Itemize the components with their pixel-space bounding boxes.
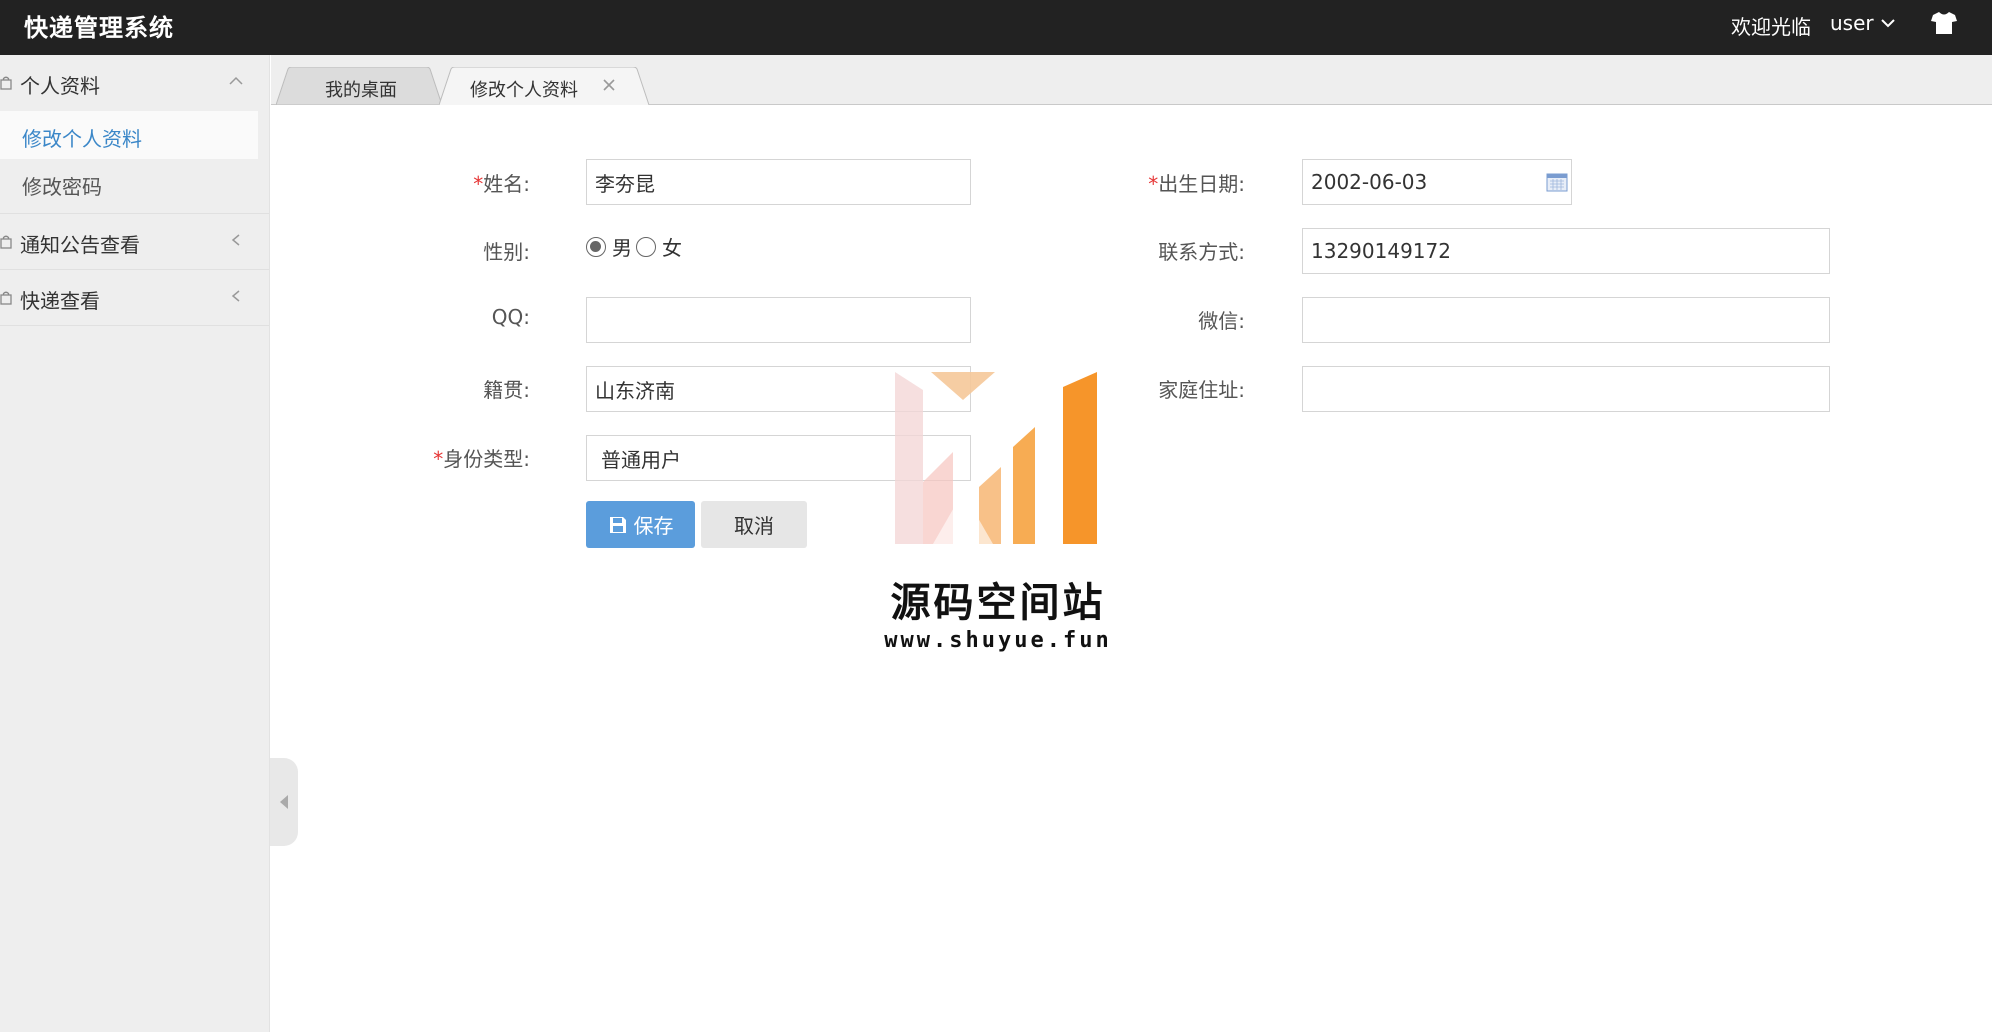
tab-my-desktop[interactable]: 我的桌面 (276, 67, 446, 105)
sidebar-item-edit-profile[interactable]: 修改个人资料 (0, 111, 258, 159)
tab-edit-profile[interactable]: 修改个人资料 (439, 67, 653, 105)
gender-radio-group: 男 女 (586, 232, 686, 261)
calendar-icon[interactable] (1546, 172, 1568, 192)
tab-label: 修改个人资料 (470, 80, 578, 101)
tab-label: 我的桌面 (325, 80, 397, 101)
save-icon (609, 516, 626, 533)
save-button[interactable]: 保存 (586, 501, 695, 548)
identity-type-label: *身份类型: (433, 447, 530, 471)
name-label: *姓名: (473, 172, 530, 196)
sidebar-group-label: 个人资料 (20, 74, 100, 98)
sidebar-submenu-profile: 修改个人资料 修改密码 (0, 111, 269, 214)
birth-date-field[interactable] (1302, 159, 1572, 205)
sidebar-group-label: 快递查看 (20, 289, 100, 313)
hometown-label: 籍贯: (483, 378, 530, 402)
sidebar-item-change-password[interactable]: 修改密码 (0, 159, 269, 207)
sidebar-collapse-handle[interactable] (270, 758, 298, 846)
sidebar: 个人资料 修改个人资料 修改密码 通知公告查看 快递查看 (0, 55, 270, 1032)
address-field[interactable] (1302, 366, 1830, 412)
phone-label: 联系方式: (1158, 240, 1245, 264)
chevron-down-icon (1880, 19, 1895, 28)
save-button-label: 保存 (633, 514, 674, 538)
required-mark: * (1148, 172, 1159, 196)
gender-radio-male[interactable] (586, 236, 606, 257)
name-field[interactable] (586, 159, 971, 205)
close-icon[interactable] (602, 78, 616, 92)
caret-left-icon (280, 795, 288, 809)
sidebar-group-express[interactable]: 快递查看 (0, 270, 269, 326)
cancel-button[interactable]: 取消 (701, 501, 807, 548)
shirt-icon[interactable] (1930, 10, 1958, 36)
qq-label: QQ: (491, 305, 530, 329)
app-title: 快递管理系统 (24, 14, 174, 42)
sidebar-item-label: 修改个人资料 (22, 127, 142, 151)
gender-option-female: 女 (662, 236, 682, 260)
sidebar-item-label: 修改密码 (22, 175, 102, 199)
birth-date-label: *出生日期: (1148, 172, 1245, 196)
bag-icon (0, 235, 12, 249)
qq-field[interactable] (586, 297, 971, 343)
tab-bar: 我的桌面 修改个人资料 (271, 55, 1992, 105)
required-mark: * (473, 172, 484, 196)
gender-label: 性别: (483, 240, 530, 264)
top-header: 快递管理系统 欢迎光临 user (0, 0, 1992, 55)
watermark-logo (895, 372, 1097, 544)
chevron-left-icon (231, 290, 240, 302)
sidebar-group-notices[interactable]: 通知公告查看 (0, 214, 269, 270)
gender-radio-female[interactable] (636, 236, 656, 257)
username: user (1830, 11, 1874, 35)
chevron-up-icon (229, 76, 243, 85)
user-menu[interactable]: user (1830, 11, 1896, 35)
wechat-label: 微信: (1198, 309, 1245, 333)
wechat-field[interactable] (1302, 297, 1830, 343)
gender-option-male: 男 (612, 236, 632, 260)
welcome-text: 欢迎光临 (1731, 15, 1811, 39)
required-mark: * (433, 447, 444, 471)
sidebar-group-label: 通知公告查看 (20, 233, 140, 257)
phone-field[interactable] (1302, 228, 1830, 274)
watermark-url: www.shuyue.fun (884, 628, 1112, 653)
bag-icon (0, 76, 12, 90)
watermark-title: 源码空间站 (890, 580, 1106, 626)
bag-icon (0, 291, 12, 305)
chevron-left-icon (231, 234, 240, 246)
sidebar-group-profile[interactable]: 个人资料 (0, 55, 269, 111)
